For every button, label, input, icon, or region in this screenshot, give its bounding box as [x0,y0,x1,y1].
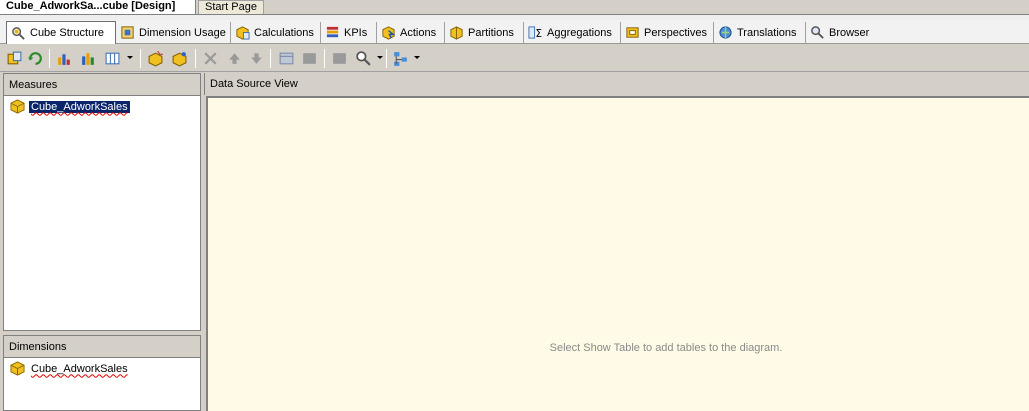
tree-item-dimension[interactable]: Cube_AdworkSales [10,361,130,376]
tab-partitions[interactable]: Partitions [445,22,524,43]
move-up-icon[interactable] [226,50,243,67]
tab-actions[interactable]: Actions [377,22,445,43]
tab-label: Cube Structure [30,27,104,39]
move-down-icon[interactable] [248,50,265,67]
toolbar-separator [386,49,387,68]
toolbar-separator [270,49,271,68]
tab-cube-structure[interactable]: Cube Structure [6,21,116,44]
document-tab-cube-design[interactable]: Cube_AdworkSa...cube [Design] [0,0,196,14]
data-source-view-canvas[interactable]: Select Show Table to add tables to the d… [206,96,1029,411]
tab-label: Calculations [254,26,314,39]
tab-calculations[interactable]: Calculations [231,22,321,43]
cube-icon [10,361,25,376]
tab-perspectives[interactable]: Perspectives [621,22,714,43]
dimensions-tree[interactable]: Cube_AdworkSales [3,357,201,411]
zoom-dropdown-arrow[interactable] [377,56,383,59]
kpis-icon [326,26,339,38]
measures-tree[interactable]: Cube_AdworkSales [3,95,201,331]
cube-structure-icon [12,26,25,40]
tab-label: Dimension Usage [139,26,226,39]
perspectives-icon [626,27,639,38]
tree-item-label: Cube_AdworkSales [29,100,130,113]
tab-browser[interactable]: Browser [806,22,876,43]
tab-aggregations[interactable]: Σ Aggregations [524,22,621,43]
hide-table-icon[interactable] [301,50,318,67]
link-object-icon[interactable] [171,50,188,67]
designer-toolbar [0,45,1029,72]
tab-label: Actions [400,26,437,39]
show-table-icon[interactable] [278,50,295,67]
aggregations-icon: Σ [528,26,543,40]
tab-label: Perspectives [644,26,707,39]
tree-item-measure-group[interactable]: Cube_AdworkSales [10,99,130,114]
dimensions-pane-header: Dimensions [3,335,201,357]
tab-label: KPIs [344,26,368,39]
cube-icon [10,99,25,114]
tree-item-label: Cube_AdworkSales [31,362,128,375]
measures-pane-header: Measures [3,73,201,95]
document-tab-strip: Cube_AdworkSa...cube [Design] Start Page [0,0,1029,14]
zoom-icon[interactable] [355,50,372,67]
calculations-icon [236,26,250,40]
add-cube-dimension-icon[interactable] [147,50,164,67]
tab-label: Aggregations [547,26,612,39]
document-tab-start-page[interactable]: Start Page [198,0,264,14]
diagram-layout-icon[interactable] [392,50,409,67]
delete-icon[interactable] [202,50,219,67]
dimension-usage-icon [121,26,134,39]
show-columns-icon[interactable] [104,50,121,67]
toolbar-separator [195,49,196,68]
toolbar-separator [140,49,141,68]
dsv-empty-message: Select Show Table to add tables to the d… [549,342,783,354]
arrange-tables-icon[interactable] [331,50,348,67]
process-icon[interactable] [6,50,23,67]
tab-dimension-usage[interactable]: Dimension Usage [116,22,231,43]
translations-icon [719,26,732,39]
designer-tab-strip: Cube Structure Dimension Usage Calculati… [0,20,1029,44]
toolbar-separator [49,49,50,68]
new-measure-group-icon[interactable] [80,50,97,67]
tab-kpis[interactable]: KPIs [321,22,377,43]
dsv-pane-header: Data Source View [204,73,1029,95]
tab-label: Partitions [468,26,514,39]
tab-label: Translations [737,26,797,39]
refresh-icon[interactable] [27,50,44,67]
layout-dropdown-arrow[interactable] [414,56,420,59]
columns-dropdown-arrow[interactable] [127,56,133,59]
new-measure-icon[interactable] [56,50,73,67]
svg-text:Σ: Σ [536,28,543,40]
actions-icon [382,26,396,40]
browser-icon [811,26,824,39]
partitions-icon [450,26,463,40]
tab-label: Browser [829,26,870,39]
tab-translations[interactable]: Translations [714,22,806,43]
toolbar-separator [324,49,325,68]
